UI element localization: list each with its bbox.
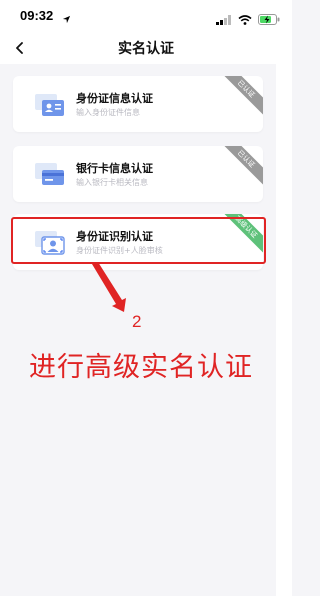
annotation-caption: 进行高级实名认证 (29, 352, 253, 383)
advanced-badge: 高级认证 (223, 214, 263, 254)
status-time: 09:32 (20, 8, 54, 23)
bank-card-verification-card[interactable]: 银行卡信息认证 输入银行卡相关信息 已认证 (13, 146, 263, 202)
id-info-verification-card[interactable]: 身份证信息认证 输入身份证件信息 已认证 (13, 76, 263, 132)
verified-badge: 已认证 (223, 146, 263, 186)
badge-label: 高级认证 (223, 214, 263, 254)
card-description: 身份证件识别+人脸审核 (76, 246, 163, 255)
signal-icon (216, 10, 232, 29)
status-bar: 09:32 (0, 0, 292, 34)
card-description: 输入银行卡相关信息 (76, 178, 148, 187)
wifi-icon (238, 10, 252, 29)
badge-label: 已认证 (223, 146, 263, 186)
bank-card-icon (33, 160, 67, 190)
verified-badge: 已认证 (223, 76, 263, 116)
card-title: 银行卡信息认证 (76, 162, 153, 175)
id-card-icon (33, 90, 67, 120)
card-description: 输入身份证件信息 (76, 108, 140, 117)
annotation-step-number: 2 (132, 312, 142, 331)
card-title: 身份证信息认证 (76, 92, 153, 105)
face-scan-icon (33, 228, 67, 258)
id-recognition-verification-card[interactable]: 身份证识别认证 身份证件识别+人脸审核 高级认证 (13, 214, 263, 270)
status-icons (216, 10, 280, 29)
battery-charging-icon (258, 10, 280, 29)
right-gutter (276, 64, 292, 596)
annotation-arrow-icon (88, 262, 128, 318)
page-title: 实名认证 (118, 41, 174, 57)
badge-label: 已认证 (223, 76, 263, 116)
location-arrow-icon (62, 9, 71, 28)
card-title: 身份证识别认证 (76, 230, 153, 243)
navigation-bar: 实名认证 (0, 34, 292, 64)
